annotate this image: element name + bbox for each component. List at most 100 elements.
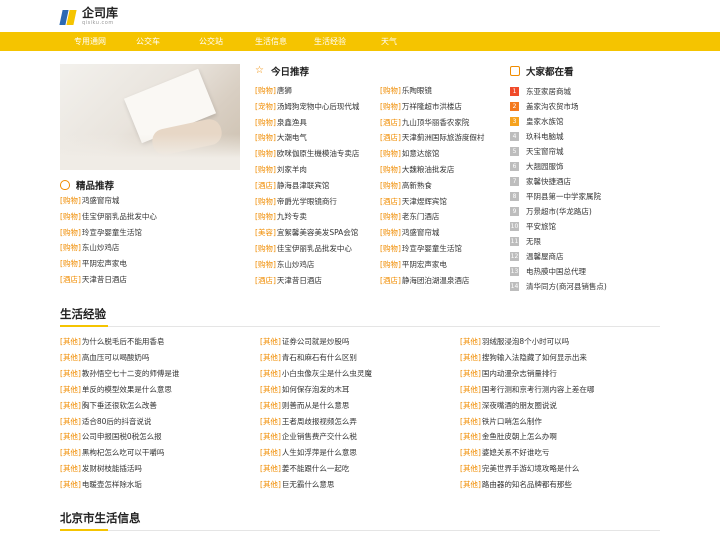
list-item-link[interactable]: 东山炒鸡店 [82,243,120,252]
nav-item-life-info[interactable]: 生活信息 [255,32,314,51]
list-item[interactable]: 购物老东门酒店 [380,209,500,225]
list-item-link[interactable]: 黑枸杞怎么吃可以干嚼吗 [82,448,165,457]
list-item[interactable]: 购物玲宣孕婴童生活馆 [60,225,240,241]
list-item-link[interactable]: 婆媳关系不好谁吃亏 [482,448,550,457]
site-logo[interactable]: 企司库 qisiku.com [59,7,118,26]
list-item-link[interactable]: 大潮电气 [277,133,307,142]
list-item-link[interactable]: 人生如浮萍是什么意思 [282,448,357,457]
list-item[interactable]: 购物鸿盛窗帘城 [380,225,500,241]
list-item-link[interactable]: 青石和麻石有什么区别 [282,353,357,362]
list-item-link[interactable]: 小白虫像灰尘是什么虫灵魔 [282,369,372,378]
list-item-link[interactable]: 帝爵光学眼镜商行 [277,197,337,206]
rank-item[interactable]: 11 无限 [510,234,660,249]
list-item[interactable]: 其他电暖壶怎样除水垢 [60,477,260,493]
rank-item[interactable]: 12 温馨屋商店 [510,249,660,264]
rank-item-link[interactable]: 玖科电脑城 [526,129,564,144]
list-item[interactable]: 其他则善而从是什么意思 [260,398,460,414]
list-item-link[interactable]: 九羚专卖 [277,212,307,221]
list-item[interactable]: 购物佳宝伊丽乳品批发中心 [60,209,240,225]
list-item[interactable]: 购物东山炒鸡店 [255,257,380,273]
list-item-link[interactable]: 胸下垂还很软怎么改善 [82,401,157,410]
list-item-link[interactable]: 单反的模型效果是什么意思 [82,385,172,394]
rank-item-link[interactable]: 电热膜中国总代理 [526,264,586,279]
rank-item-link[interactable]: 温馨屋商店 [526,249,564,264]
list-item[interactable]: 其他单反的模型效果是什么意思 [60,382,260,398]
list-item[interactable]: 其他企业销售费产交什么税 [260,429,460,445]
nav-item-bus-stop[interactable]: 公交站 [199,32,255,51]
list-item[interactable]: 其他证券公司就是炒股吗 [260,334,460,350]
rank-item-link[interactable]: 天宝窗帘城 [526,144,564,159]
list-item-link[interactable]: 为什么脱毛后不能用香皂 [82,337,165,346]
list-item[interactable]: 购物欧咪伽原生機模油专卖店 [255,146,380,162]
nav-item-weather[interactable]: 天气 [381,32,421,51]
list-item[interactable]: 其他高血压可以喝酸奶吗 [60,350,260,366]
list-item-link[interactable]: 乐陶眼镜 [402,86,432,95]
list-item-link[interactable]: 电暖壶怎样除水垢 [82,480,142,489]
list-item-link[interactable]: 玲宣孕婴童生活馆 [82,228,142,237]
list-item-link[interactable]: 玲宣孕婴童生活馆 [402,244,462,253]
list-item-link[interactable]: 铁片口哨怎么制作 [482,417,542,426]
list-item-link[interactable]: 羽绒服浸泡8个小时可以吗 [482,337,569,346]
list-item-link[interactable]: 证券公司就是炒股吗 [282,337,350,346]
list-item-link[interactable]: 教孙悟空七十二变的师傅是谁 [82,369,180,378]
nav-item-bus[interactable]: 公交车 [136,32,199,51]
list-item-link[interactable]: 静海县津联宾馆 [277,181,330,190]
list-item[interactable]: 购物泉鑫渔具 [255,115,380,131]
list-item-link[interactable]: 王者周歧报视频怎么弄 [282,417,357,426]
list-item[interactable]: 购物九羚专卖 [255,209,380,225]
list-item-link[interactable]: 宜絮馨美容美发SPA会馆 [277,228,358,237]
list-item[interactable]: 其他婆媳关系不好谁吃亏 [460,445,660,461]
list-item[interactable]: 其他胸下垂还很软怎么改善 [60,398,260,414]
list-item[interactable]: 其他青石和麻石有什么区别 [260,350,460,366]
list-item[interactable]: 购物大潮电气 [255,130,380,146]
rank-item[interactable]: 10 平安旅馆 [510,219,660,234]
rank-item-link[interactable]: 皇家水族馆 [526,114,564,129]
list-item-link[interactable]: 国考行测和京考行测内容上差在哪 [482,385,595,394]
list-item[interactable]: 其他国内动漫杂志销量排行 [460,366,660,382]
list-item-link[interactable]: 适合80后的抖音说说 [82,417,152,426]
list-item-link[interactable]: 鸿盛窗帘城 [82,196,120,205]
list-item-link[interactable]: 万祥隆超市洪楼店 [402,102,462,111]
list-item-link[interactable]: 深夜嘴酒的朋友圈说说 [482,401,557,410]
list-item[interactable]: 购物玲宣孕婴童生活馆 [380,241,500,257]
list-item[interactable]: 其他适合80后的抖音说说 [60,414,260,430]
list-item[interactable]: 购物唐狮 [255,83,380,99]
list-item[interactable]: 其他路由器的知名品牌都有那些 [460,477,660,493]
list-item-link[interactable]: 天津昔日酒店 [82,275,127,284]
list-item-link[interactable]: 则善而从是什么意思 [282,401,350,410]
rank-item-link[interactable]: 平阴县第一中学家属院 [526,189,601,204]
list-item-link[interactable]: 大魏粮油批发店 [402,165,455,174]
list-item[interactable]: 购物刘家羊肉 [255,162,380,178]
rank-item[interactable]: 13 电热膜中国总代理 [510,264,660,279]
rank-item-link[interactable]: 清华同方(商河县销售点) [526,279,607,294]
list-item-link[interactable]: 如意达旅馆 [402,149,440,158]
rank-item[interactable]: 1 东亚家居商城 [510,84,660,99]
list-item-link[interactable]: 佳宝伊丽乳品批发中心 [277,244,352,253]
list-item[interactable]: 宠物汤姆狗宠物中心后现代城 [255,99,380,115]
list-item[interactable]: 购物鸿盛窗帘城 [60,193,240,209]
list-item-link[interactable]: 唐狮 [277,86,292,95]
list-item[interactable]: 其他如何保存泡发的木耳 [260,382,460,398]
list-item[interactable]: 购物大魏粮油批发店 [380,162,500,178]
list-item-link[interactable]: 国内动漫杂志销量排行 [482,369,557,378]
list-item-link[interactable]: 刘家羊肉 [277,165,307,174]
list-item-link[interactable]: 平阴宏声家电 [402,260,447,269]
list-item[interactable]: 其他完美世界手游幻境攻略是什么 [460,461,660,477]
rank-item[interactable]: 3 皇家水族馆 [510,114,660,129]
list-item-link[interactable]: 佳宝伊丽乳品批发中心 [82,212,157,221]
rank-item[interactable]: 8 平阴县第一中学家属院 [510,189,660,204]
rank-item[interactable]: 9 万景超市(华龙路店) [510,204,660,219]
list-item-link[interactable]: 东山炒鸡店 [277,260,315,269]
rank-item[interactable]: 5 天宝窗帘城 [510,144,660,159]
nav-item-life-experience[interactable]: 生活经验 [314,32,381,51]
featured-photo[interactable] [60,64,240,170]
list-item-link[interactable]: 九山顶华丽香农家院 [402,118,470,127]
rank-item-link[interactable]: 东亚家居商城 [526,84,571,99]
list-item-link[interactable]: 路由器的知名品牌都有那些 [482,480,572,489]
list-item-link[interactable]: 天津昔日酒店 [277,276,322,285]
list-item[interactable]: 美容宜絮馨美容美发SPA会馆 [255,225,380,241]
list-item-link[interactable]: 天津蓟洲国际旅游度假村 [402,133,485,142]
rank-item-link[interactable]: 盖家沟农贸市场 [526,99,579,114]
list-item[interactable]: 其他发财树枝能插活吗 [60,461,260,477]
list-item[interactable]: 其他搜狗输入法隐藏了如何显示出来 [460,350,660,366]
